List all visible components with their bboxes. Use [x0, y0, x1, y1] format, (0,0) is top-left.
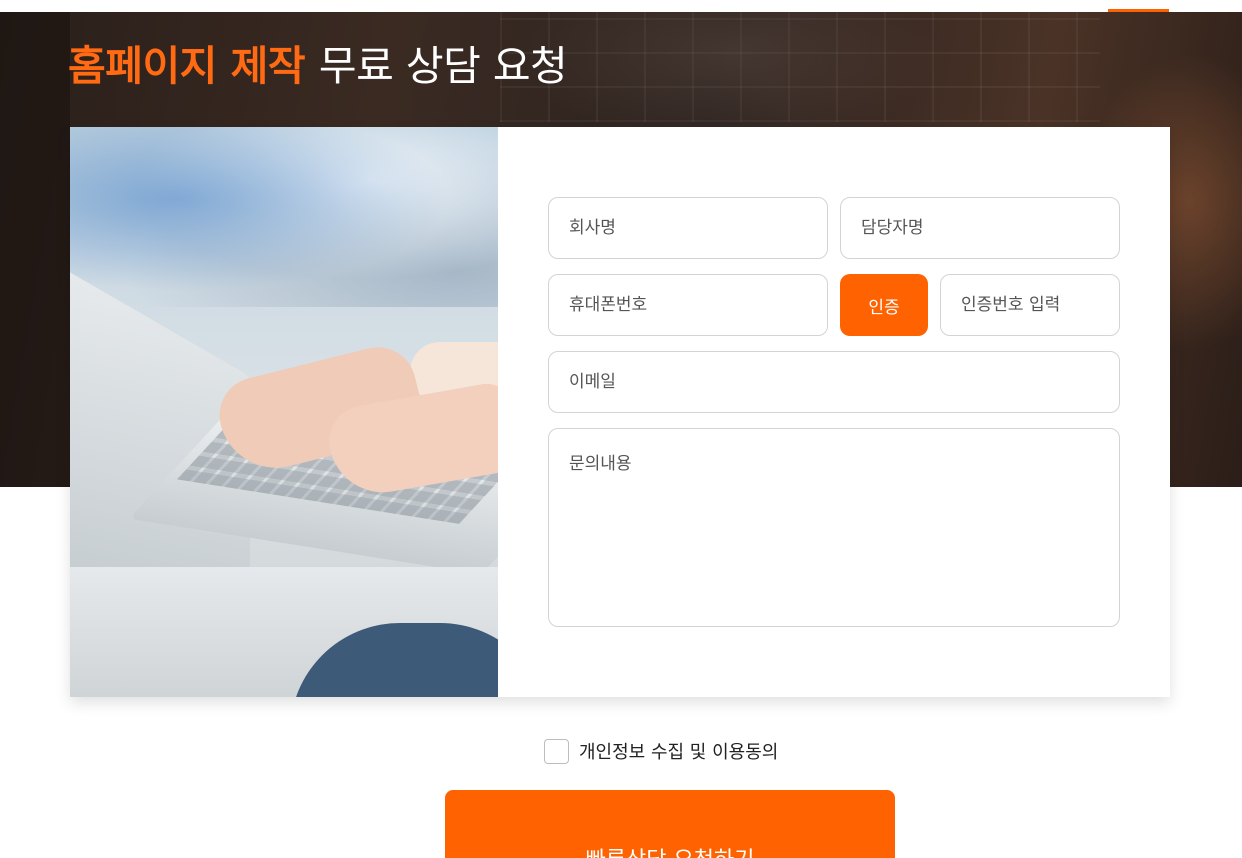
inquiry-textarea[interactable] — [548, 428, 1120, 627]
contact-name-input[interactable] — [840, 197, 1120, 259]
laptop-typing-photo — [70, 127, 498, 697]
page-title-accent: 홈페이지 제작 — [68, 42, 306, 90]
page-title: 홈페이지 제작 무료 상담 요청 — [68, 38, 568, 94]
privacy-consent[interactable]: 개인정보 수집 및 이용동의 — [544, 738, 778, 764]
company-name-input[interactable] — [548, 197, 828, 259]
verification-code-input[interactable] — [940, 274, 1120, 336]
phone-number-input[interactable] — [548, 274, 828, 336]
verify-button[interactable]: 인증 — [840, 274, 928, 336]
top-accent-bar — [1108, 9, 1169, 12]
privacy-consent-label[interactable]: 개인정보 수집 및 이용동의 — [579, 738, 778, 764]
consultation-form-card: 인증 — [70, 127, 1170, 697]
email-input[interactable] — [548, 351, 1120, 413]
quick-consultation-submit-button[interactable]: 빠른상담 요청하기 — [445, 790, 895, 858]
page-title-rest: 무료 상담 요청 — [318, 42, 568, 90]
privacy-consent-checkbox[interactable] — [544, 738, 569, 764]
